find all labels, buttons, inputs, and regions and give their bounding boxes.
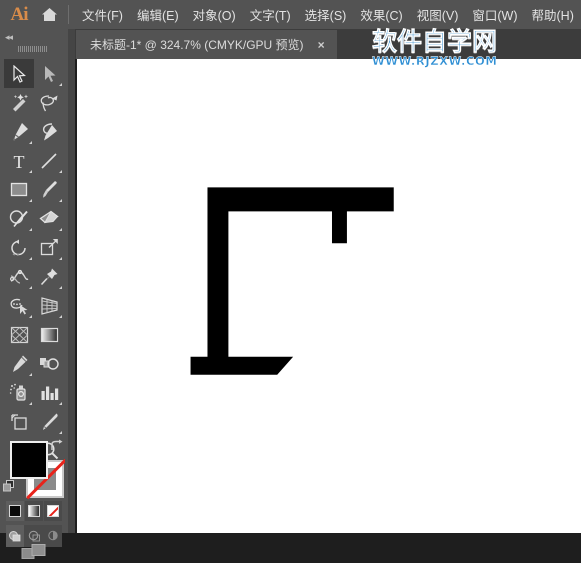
tool-pen[interactable] [4,117,34,146]
tool-paintbrush[interactable] [34,175,64,204]
flyout-indicator-icon [59,228,62,231]
menu-select[interactable]: 选择(S) [298,0,354,29]
flyout-indicator-icon [29,402,32,405]
tools-panel: ◂◂ T [0,29,75,559]
tool-artboard[interactable] [4,407,34,436]
tool-blend[interactable] [34,349,64,378]
paint-mode-color[interactable] [6,501,24,521]
menu-divider [68,5,69,24]
tool-slice[interactable] [34,407,64,436]
flyout-indicator-icon [29,286,32,289]
tool-grid: T [4,59,64,465]
menu-view[interactable]: 视图(V) [410,0,466,29]
paint-mode-gradient[interactable] [25,501,43,521]
tool-mesh[interactable] [4,320,34,349]
tool-direct-selection[interactable] [34,59,64,88]
flyout-indicator-icon [59,431,62,434]
tool-scale[interactable] [34,233,64,262]
menu-object[interactable]: 对象(O) [186,0,243,29]
menu-effect[interactable]: 效果(C) [353,0,409,29]
paint-mode-row [6,501,62,521]
menu-edit[interactable]: 编辑(E) [130,0,186,29]
tool-rectangle[interactable] [4,175,34,204]
none-swatch-icon [47,505,59,517]
glyph-path[interactable] [190,187,394,375]
menu-window[interactable]: 窗口(W) [465,0,524,29]
flyout-indicator-icon [59,199,62,202]
swap-fill-stroke-icon[interactable] [50,439,64,453]
menu-help[interactable]: 帮助(H) [525,0,581,29]
panel-drag-handle[interactable] [18,45,50,52]
tools-panel-inner: ◂◂ T [0,29,68,559]
tool-lasso[interactable] [34,88,64,117]
flyout-indicator-icon [59,170,62,173]
flyout-indicator-icon [29,315,32,318]
tool-eraser[interactable] [34,204,64,233]
menu-bar: Ai 文件(F) 编辑(E) 对象(O) 文字(T) 选择(S) 效果(C) 视… [0,0,581,29]
document-tab-bar: 未标题-1* @ 324.7% (CMYK/GPU 预览) × [75,29,581,59]
flyout-indicator-icon [29,141,32,144]
close-icon[interactable]: × [315,37,328,53]
tool-selection[interactable] [4,59,34,88]
flyout-indicator-icon [59,402,62,405]
chevron-double-left-icon[interactable]: ◂◂ [5,32,13,43]
tool-magic-wand[interactable] [4,88,34,117]
illustrator-window: Ai 文件(F) 编辑(E) 对象(O) 文字(T) 选择(S) 效果(C) 视… [0,0,581,559]
tool-eyedropper[interactable] [4,349,34,378]
tool-column-graph[interactable] [34,378,64,407]
home-icon[interactable] [34,0,64,29]
tool-gradient[interactable] [34,320,64,349]
document-tab-label: 未标题-1* @ 324.7% (CMYK/GPU 预览) [90,38,304,52]
tool-line-segment[interactable] [34,146,64,175]
tool-width[interactable] [4,262,34,291]
menu-file[interactable]: 文件(F) [75,0,130,29]
flyout-indicator-icon [29,199,32,202]
tool-perspective-grid[interactable] [34,291,64,320]
tool-shape-builder[interactable] [4,291,34,320]
tool-rotate[interactable] [4,233,34,262]
tool-type[interactable]: T [4,146,34,175]
paint-mode-none[interactable] [44,501,62,521]
flyout-indicator-icon [29,257,32,260]
fill-swatch[interactable] [10,441,48,479]
flyout-indicator-icon [29,228,32,231]
screen-mode-button[interactable] [0,541,68,563]
flyout-indicator-icon [29,373,32,376]
flyout-indicator-icon [59,286,62,289]
tool-shaper[interactable] [4,204,34,233]
svg-text:T: T [14,152,25,170]
solid-color-icon [9,505,21,517]
app-logo: Ai [10,3,29,25]
default-fill-stroke-icon[interactable] [2,479,16,493]
document-tab[interactable]: 未标题-1* @ 324.7% (CMYK/GPU 预览) × [76,30,337,59]
flyout-indicator-icon [59,83,62,86]
gradient-swatch-icon [28,505,40,517]
tool-curvature[interactable] [34,117,64,146]
flyout-indicator-icon [59,257,62,260]
tool-symbol-sprayer[interactable] [4,378,34,407]
color-controls [0,437,68,547]
canvas-area[interactable] [75,59,581,533]
artwork-layer[interactable] [77,59,581,533]
flyout-indicator-icon [59,315,62,318]
menu-item-list: 文件(F) 编辑(E) 对象(O) 文字(T) 选择(S) 效果(C) 视图(V… [75,0,581,29]
menu-type[interactable]: 文字(T) [243,0,298,29]
tool-free-transform[interactable] [34,262,64,291]
flyout-indicator-icon [29,170,32,173]
artboard[interactable] [77,59,581,533]
